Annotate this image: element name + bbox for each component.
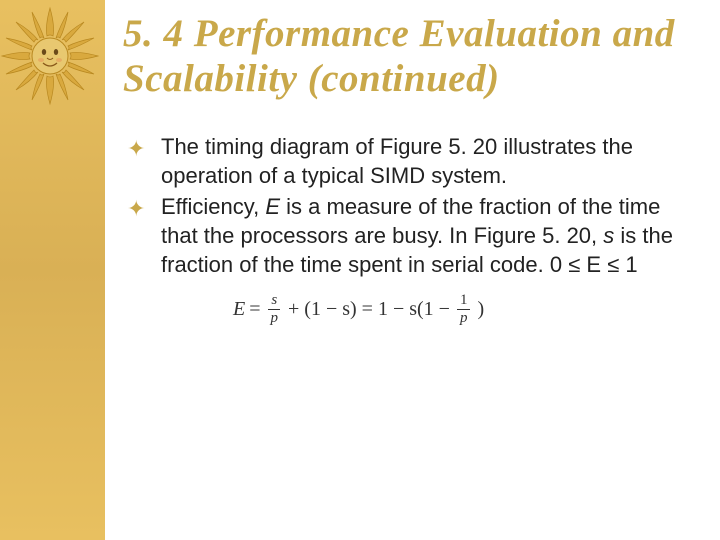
bullet-item: The timing diagram of Figure 5. 20 illus… [127,132,690,190]
variable-s: s [603,223,614,248]
formula-close: ) [477,298,484,321]
formula-mid: + (1 − s) = 1 − s(1 − [288,298,450,321]
slide-content: 5. 4 Performance Evaluation and Scalabil… [105,0,720,540]
sun-icon [0,6,100,106]
bullet-item: Efficiency, E is a measure of the fracti… [127,192,690,279]
sidebar-decoration [0,0,105,540]
formula-lhs: E [233,298,245,321]
fraction-s-over-p: s p [268,293,282,326]
formula-eq: = [249,298,260,321]
slide-title: 5. 4 Performance Evaluation and Scalabil… [123,12,690,102]
bullet-text-pre: Efficiency, [161,194,265,219]
bullet-text: The timing diagram of Figure 5. 20 illus… [161,134,633,188]
bullet-list: The timing diagram of Figure 5. 20 illus… [123,132,690,279]
efficiency-formula: E = s p + (1 − s) = 1 − s(1 − 1 p ) [233,293,690,326]
variable-e: E [265,194,280,219]
fraction-1-over-p: 1 p [457,293,471,326]
